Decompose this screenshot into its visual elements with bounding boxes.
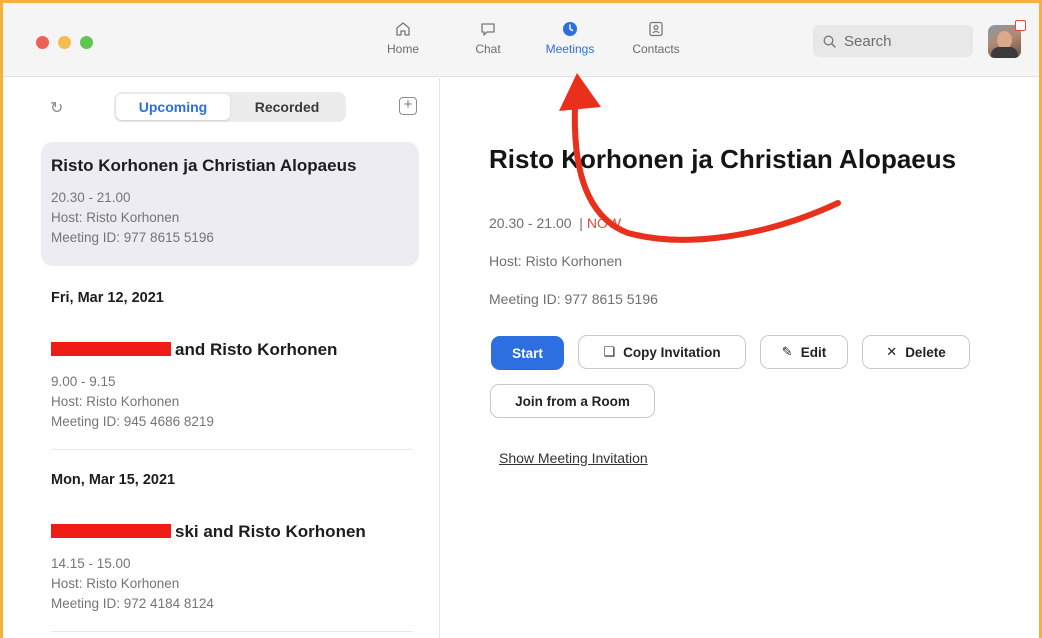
meeting-title: Risto Korhonen ja Christian Alopaeus (51, 156, 357, 175)
home-icon (396, 22, 410, 36)
nav-chat[interactable]: Chat (453, 21, 523, 56)
refresh-icon[interactable]: ↻ (50, 98, 63, 118)
detail-title: Risto Korhonen ja Christian Alopaeus (489, 144, 957, 174)
meeting-host: Host: Risto Korhonen (51, 210, 180, 225)
list-divider (51, 631, 413, 632)
show-meeting-invitation-link[interactable]: Show Meeting Invitation (499, 450, 648, 466)
pencil-icon: ✎ (781, 344, 793, 359)
edit-button[interactable]: ✎ Edit (760, 335, 848, 369)
detail-time-row: 20.30 - 21.00 | NOW (489, 215, 621, 231)
nav-contacts[interactable]: Contacts (621, 21, 691, 56)
search-placeholder: Search (844, 32, 892, 50)
app-window: Home Chat Meetings Contacts Search ↻ Upc… (0, 0, 1042, 638)
delete-button[interactable]: ✕ Delete (862, 335, 970, 369)
detail-host: Host: Risto Korhonen (489, 253, 623, 269)
zoom-window-button[interactable] (80, 36, 93, 49)
meeting-time: 14.15 - 15.00 (51, 556, 131, 571)
meeting-list-panel: ↻ Upcoming Recorded + Risto Korhonen ja … (3, 78, 440, 638)
date-header: Fri, Mar 12, 2021 (51, 290, 164, 306)
meeting-id: Meeting ID: 972 4184 8124 (51, 596, 214, 611)
meeting-id: Meeting ID: 977 8615 5196 (51, 230, 214, 245)
meeting-time: 9.00 - 9.15 (51, 374, 116, 389)
search-icon (823, 35, 836, 48)
detail-now-badge: NOW (586, 215, 622, 231)
meeting-tabs: Upcoming Recorded (114, 92, 346, 122)
nav-contacts-label: Contacts (632, 42, 680, 56)
join-from-room-button[interactable]: Join from a Room (490, 384, 655, 418)
meeting-title: and Risto Korhonen (51, 340, 409, 360)
edit-label: Edit (800, 344, 827, 360)
copy-icon: ❏ (603, 344, 616, 359)
contacts-icon (649, 21, 663, 37)
meeting-host: Host: Risto Korhonen (51, 576, 180, 591)
title-bar: Home Chat Meetings Contacts Search (3, 3, 1039, 77)
meeting-item[interactable]: and Risto Korhonen 9.00 - 9.15 Host: Ris… (41, 326, 419, 446)
meeting-host: Host: Risto Korhonen (51, 394, 180, 409)
nav-meetings-label: Meetings (545, 42, 595, 56)
copy-invitation-label: Copy Invitation (623, 344, 721, 360)
detail-separator: | (579, 215, 583, 231)
start-button[interactable]: Start (491, 336, 564, 370)
clock-icon (563, 22, 577, 36)
delete-label: Delete (905, 344, 946, 360)
detail-time: 20.30 - 21.00 (489, 215, 572, 231)
detail-meeting-id: Meeting ID: 977 8615 5196 (489, 291, 658, 307)
chat-icon (481, 23, 495, 36)
add-meeting-button[interactable]: + (399, 97, 417, 115)
avatar-shirt (991, 47, 1018, 58)
calendar-badge-icon (1015, 20, 1026, 31)
redaction-bar (51, 524, 171, 538)
close-icon: ✕ (886, 344, 898, 359)
window-controls (36, 36, 93, 49)
tab-recorded[interactable]: Recorded (230, 94, 344, 120)
nav-home-label: Home (386, 42, 419, 56)
minimize-window-button[interactable] (58, 36, 71, 49)
nav-meetings[interactable]: Meetings (535, 21, 605, 56)
meeting-detail-panel: Risto Korhonen ja Christian Alopaeus 20.… (441, 78, 1039, 638)
close-window-button[interactable] (36, 36, 49, 49)
meeting-id: Meeting ID: 945 4686 8219 (51, 414, 214, 429)
list-divider (51, 449, 413, 450)
tab-upcoming[interactable]: Upcoming (116, 94, 230, 120)
meeting-item-selected[interactable]: Risto Korhonen ja Christian Alopaeus 20.… (41, 142, 419, 266)
date-header: Mon, Mar 15, 2021 (51, 472, 176, 488)
meeting-title: ski and Risto Korhonen (51, 522, 409, 542)
nav-chat-label: Chat (475, 42, 501, 56)
meeting-item[interactable]: ski and Risto Korhonen 14.15 - 15.00 Hos… (41, 508, 419, 628)
copy-invitation-button[interactable]: ❏ Copy Invitation (578, 335, 746, 369)
redaction-bar (51, 342, 171, 356)
meeting-time: 20.30 - 21.00 (51, 190, 131, 205)
search-field[interactable]: Search (813, 25, 973, 57)
nav-home[interactable]: Home (368, 21, 438, 56)
